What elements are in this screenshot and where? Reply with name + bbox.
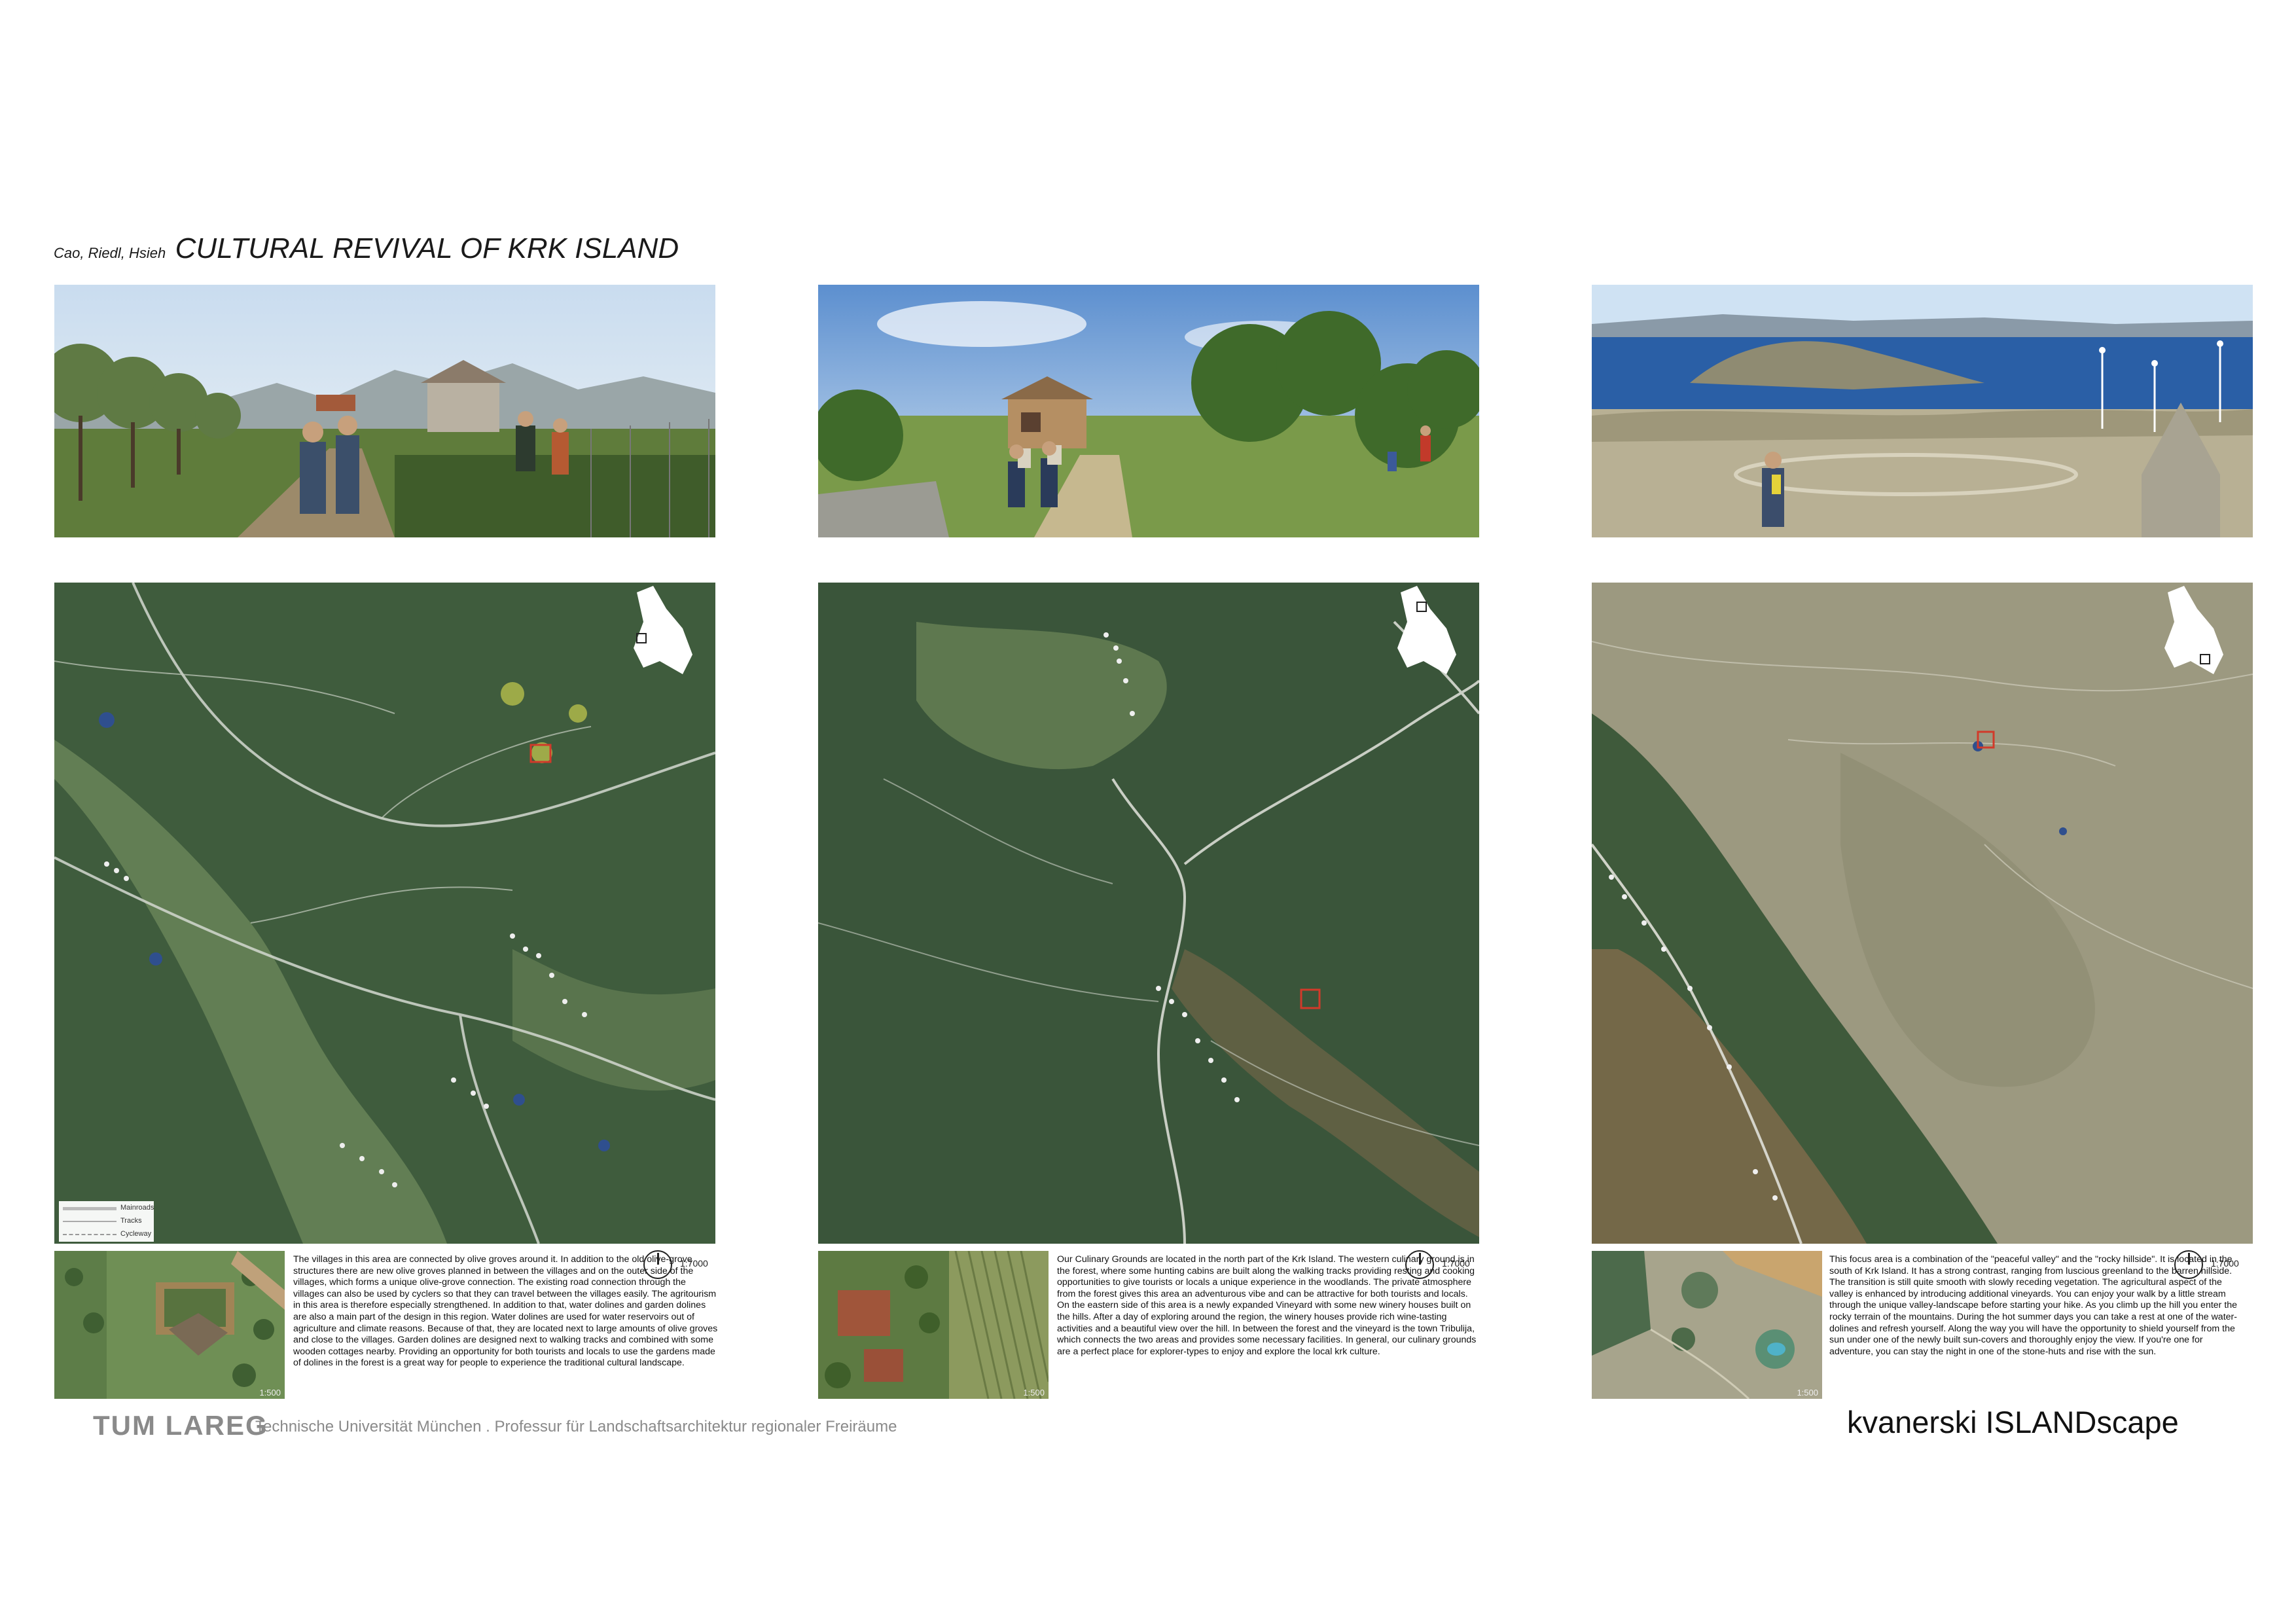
panel-1-detail-image: 1:500 — [54, 1251, 285, 1399]
panel-3-detail-image: 1:500 — [1592, 1251, 1822, 1399]
panel-3-thumb-scale: 1:500 — [1797, 1388, 1818, 1398]
panel-1-thumb-scale: 1:500 — [259, 1388, 281, 1398]
legend-cycleway: Cycleway — [63, 1230, 151, 1239]
map-legend: Mainroads Tracks Cycleway — [59, 1201, 154, 1242]
panel-2-thumb-scale: 1:500 — [1023, 1388, 1045, 1398]
institution-text: Technische Universität München . Profess… — [255, 1418, 897, 1435]
panel-2-photo — [818, 285, 1479, 537]
legend-mainroads: Mainroads — [63, 1204, 154, 1213]
panel-2-detail-image: 1:500 — [818, 1251, 1049, 1399]
legend-tracks: Tracks — [63, 1217, 151, 1226]
north-arrow-icon — [643, 1250, 672, 1279]
panel-2-map — [818, 583, 1479, 1244]
title-row: Cao, Riedl, Hsieh CULTURAL REVIVAL OF KR… — [54, 232, 679, 265]
panel-1-photo — [54, 285, 715, 537]
north-arrow-icon — [2174, 1250, 2203, 1279]
panel-3-photo — [1592, 285, 2253, 537]
panel-3-map — [1592, 583, 2253, 1244]
page-title: CULTURAL REVIVAL OF KRK ISLAND — [175, 232, 679, 264]
north-arrow-icon — [1405, 1250, 1434, 1279]
tum-lareg-logo: TUM LAREG — [93, 1410, 268, 1441]
authors: Cao, Riedl, Hsieh — [54, 245, 166, 261]
brand-name: kvanerski ISLANDscape — [1847, 1405, 2179, 1439]
panel-1-map — [54, 583, 715, 1244]
